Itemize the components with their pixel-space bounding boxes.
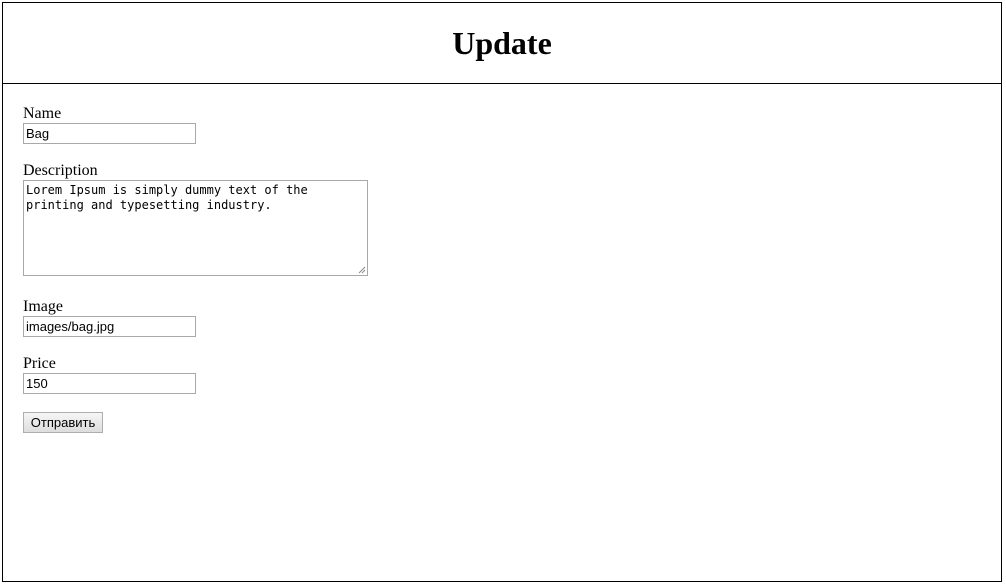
name-label: Name [23,105,62,122]
image-group: Image [23,298,196,337]
description-label: Description [23,162,98,179]
page-frame: Update Name Description Lorem Ipsum is s… [2,2,1002,582]
submit-button[interactable]: Отправить [23,412,103,433]
resize-grip-icon[interactable] [358,266,366,274]
page-title: Update [452,25,552,61]
description-group: Description Lorem Ipsum is simply dummy … [23,162,368,276]
price-group: Price [23,355,196,394]
description-textarea-wrap: Lorem Ipsum is simply dummy text of the … [23,180,368,276]
price-label: Price [23,355,56,372]
name-input[interactable] [23,123,196,144]
name-group: Name [23,105,196,144]
image-label: Image [23,298,63,315]
page-header: Update [3,3,1001,84]
description-textarea[interactable]: Lorem Ipsum is simply dummy text of the … [23,180,368,276]
image-input[interactable] [23,316,196,337]
price-input[interactable] [23,373,196,394]
